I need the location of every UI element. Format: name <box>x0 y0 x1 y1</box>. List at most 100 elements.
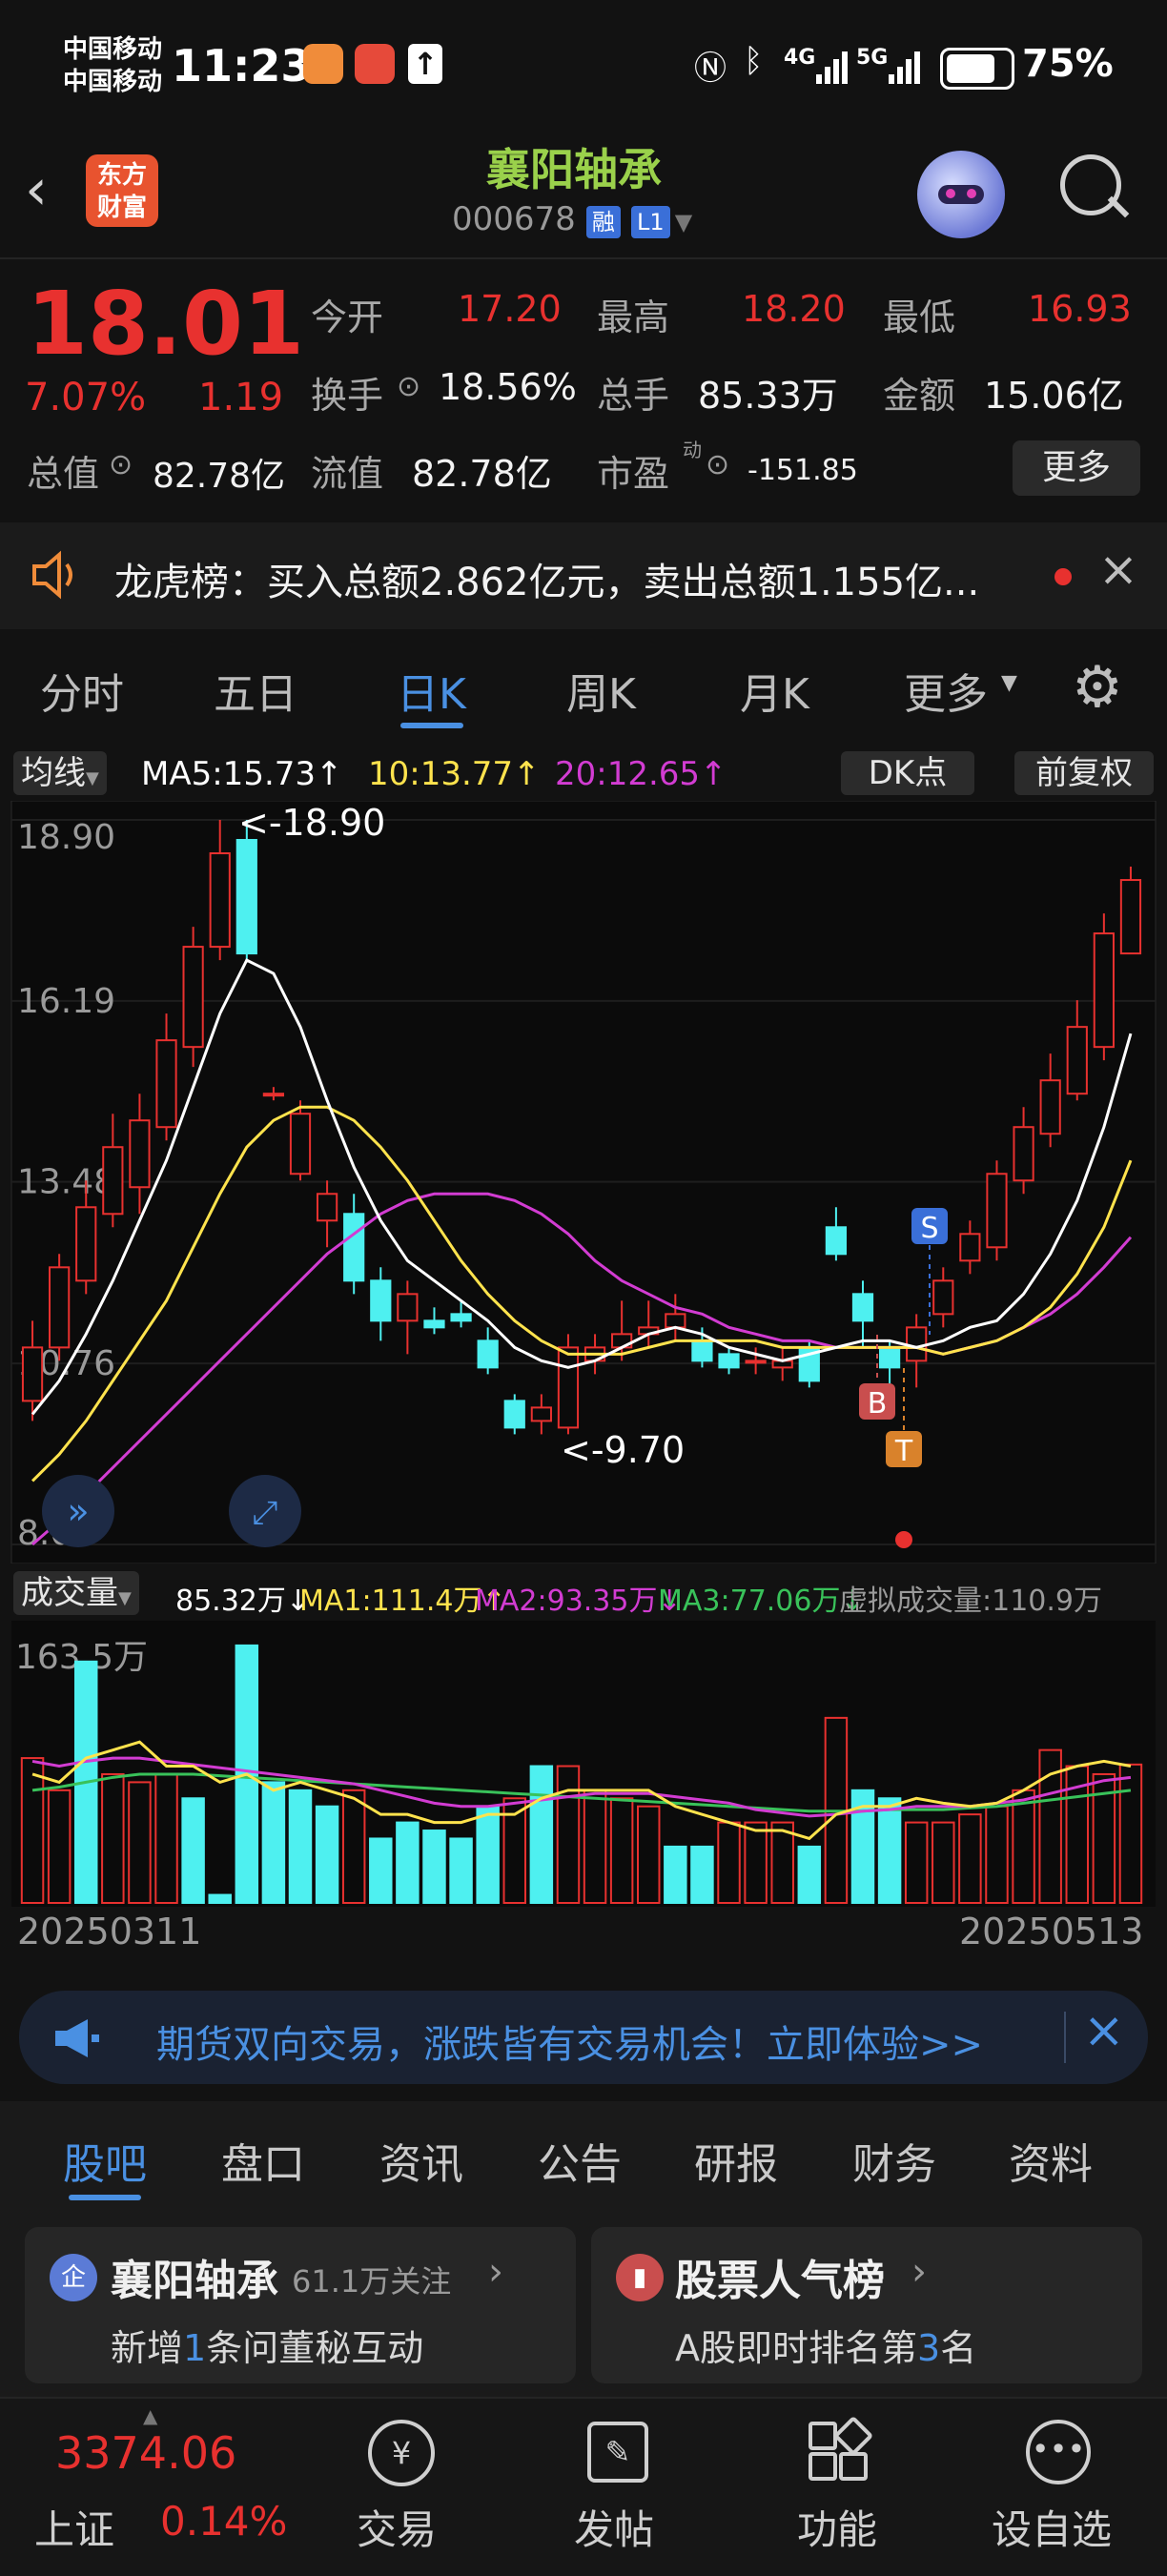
search-icon[interactable] <box>1060 154 1121 215</box>
more-button[interactable]: 更多 <box>1013 440 1140 496</box>
tab-monthly-k[interactable]: 月K <box>740 660 809 721</box>
trade-icon[interactable]: ¥ <box>368 2420 435 2486</box>
dk-point-button[interactable]: DK点 <box>841 751 974 795</box>
forum-card[interactable]: 企 襄阳轴承 61.1万关注 › 新增1条问董秘互动 <box>25 2227 576 2383</box>
candle-body <box>825 1226 848 1256</box>
low-label: 最低 <box>883 296 956 338</box>
battery-icon <box>940 48 1014 90</box>
volume-bar <box>904 1821 929 1904</box>
notice-bar[interactable]: 龙虎榜：买入总额2.862亿元，卖出总额1.155亿... × <box>0 522 1167 629</box>
index-value[interactable]: 3374.06 <box>55 2427 236 2479</box>
candle-body <box>557 1346 580 1429</box>
volume-chart[interactable]: 163.5万 <box>0 1621 1167 1907</box>
trade-marker-label: B <box>868 1387 888 1421</box>
promo-banner[interactable]: 期货双向交易，涨跌皆有交易机会！立即体验>> × <box>19 1991 1148 2084</box>
tab-profile[interactable]: 资料 <box>1009 2130 1093 2191</box>
promo-text: 期货双向交易，涨跌皆有交易机会！立即体验>> <box>156 2023 984 2067</box>
code-dropdown-icon[interactable]: ▼ <box>675 209 692 235</box>
float-cap-value: 82.78亿 <box>412 453 552 495</box>
tab-daily-k[interactable]: 日K <box>397 660 466 721</box>
candle-body <box>959 1233 981 1262</box>
grid-function-icon[interactable] <box>809 2415 874 2481</box>
adjust-button[interactable]: 前复权 <box>1014 751 1154 795</box>
alert-dot-icon <box>895 1531 912 1548</box>
tab-order-book[interactable]: 盘口 <box>221 2130 305 2191</box>
volume-bar <box>985 1805 1009 1904</box>
volume-bar <box>529 1765 554 1904</box>
market-cap-label: 总值 <box>27 453 100 495</box>
max-price-label: <-18.90 <box>238 802 385 844</box>
open-value: 17.20 <box>458 288 562 330</box>
quote-panel: 18.01 7.07% 1.19 今开 17.20 最高 18.20 最低 16… <box>0 259 1167 517</box>
nav-add-watchlist[interactable]: 设自选 <box>992 2498 1112 2556</box>
chevron-right-icon: › <box>488 2250 503 2294</box>
edit-post-icon[interactable]: ✎ <box>587 2422 648 2483</box>
candlestick-chart[interactable]: 18.9016.1913.4810.768.05 <-18.90<-9.70SB… <box>0 801 1167 1564</box>
tab-intraday[interactable]: 分时 <box>40 660 124 721</box>
forum-card-followers: 61.1万关注 <box>292 2263 452 2300</box>
volume-indicator-selector[interactable]: 成交量▼ <box>13 1571 139 1615</box>
candle-body <box>155 1039 177 1129</box>
volume-bar <box>396 1821 420 1904</box>
candle-body <box>316 1193 338 1222</box>
nfc-icon: Ⓝ <box>694 50 727 88</box>
pe-value: -151.85 <box>747 454 858 487</box>
stock-code: 000678 <box>452 200 576 238</box>
volume-bar <box>1118 1763 1143 1904</box>
pe-info-icon[interactable]: ⊙ <box>706 448 729 481</box>
volume-bar <box>770 1821 794 1904</box>
candle-body <box>906 1326 928 1362</box>
nav-post[interactable]: 发帖 <box>574 2498 654 2556</box>
volume-value: 85.32万↓ <box>175 1584 311 1618</box>
amount-value: 15.06亿 <box>984 375 1124 417</box>
app-logo: 东方 财富 <box>86 154 158 227</box>
volume-ma3: MA3:77.06万↓ <box>658 1584 865 1618</box>
period-tabs: 分时 五日 日K 周K 月K 更多 ▼ ⚙ <box>0 633 1167 747</box>
network-5g-label: 5G <box>856 46 889 70</box>
tab-weekly-k[interactable]: 周K <box>566 660 636 721</box>
popularity-card[interactable]: ▮ 股票人气榜 › A股即时排名第3名 <box>591 2227 1142 2383</box>
pe-label: 市盈 <box>597 453 670 495</box>
tab-five-day[interactable]: 五日 <box>214 660 297 721</box>
gear-icon[interactable]: ⚙ <box>1072 654 1123 721</box>
candle-body <box>397 1293 419 1322</box>
double-chevron-icon: » <box>67 1490 89 1532</box>
back-arrow-icon[interactable]: ‹ <box>25 156 48 223</box>
tab-forum[interactable]: 股吧 <box>63 2130 147 2191</box>
volume-bar <box>47 1789 72 1905</box>
volume-bar <box>128 1781 152 1905</box>
tab-announcements[interactable]: 公告 <box>538 2130 622 2191</box>
nav-trade[interactable]: 交易 <box>357 2498 437 2556</box>
clock: 11:23 <box>172 40 312 92</box>
market-cap-info-icon[interactable]: ⊙ <box>109 448 133 481</box>
signal-icon-2 <box>889 50 921 84</box>
app-notification-icon-2 <box>355 44 395 84</box>
change-amount: 1.19 <box>198 376 284 419</box>
carrier-label-2: 中国移动 <box>63 68 163 96</box>
carrier-label-1: 中国移动 <box>63 35 163 64</box>
forum-tab-indicator <box>69 2195 141 2200</box>
volume-bar <box>1012 1789 1035 1905</box>
close-icon[interactable]: × <box>1098 542 1138 597</box>
more-dots-icon[interactable]: ••• <box>1026 2420 1091 2484</box>
indicator-selector[interactable]: 均线▼ <box>13 751 107 795</box>
tab-financials[interactable]: 财务 <box>852 2130 936 2191</box>
turnover-info-icon[interactable]: ⊙ <box>397 370 420 403</box>
volume-bar <box>261 1781 286 1905</box>
chart-header: 均线▼ MA5:15.73↑ 10:13.77↑ 20:12.65↑ DK点 前… <box>0 747 1167 801</box>
tab-research[interactable]: 研报 <box>694 2130 778 2191</box>
tab-news[interactable]: 资讯 <box>379 2130 463 2191</box>
candle-body <box>986 1173 1008 1249</box>
ranking-chart-icon: ▮ <box>616 2254 664 2301</box>
volume-bar <box>154 1772 178 1904</box>
candle-body <box>1013 1126 1034 1182</box>
chevron-down-icon: ▼ <box>1001 671 1017 695</box>
promo-close-icon[interactable]: × <box>1083 2002 1125 2059</box>
candle-body <box>129 1119 151 1189</box>
expand-up-icon[interactable]: ▲ <box>143 2404 157 2427</box>
robot-assistant-icon[interactable] <box>917 151 1005 238</box>
tab-more[interactable]: 更多 <box>904 660 988 721</box>
nav-function[interactable]: 功能 <box>797 2498 877 2556</box>
volume-bar <box>583 1789 607 1905</box>
volume-bar <box>449 1837 473 1904</box>
